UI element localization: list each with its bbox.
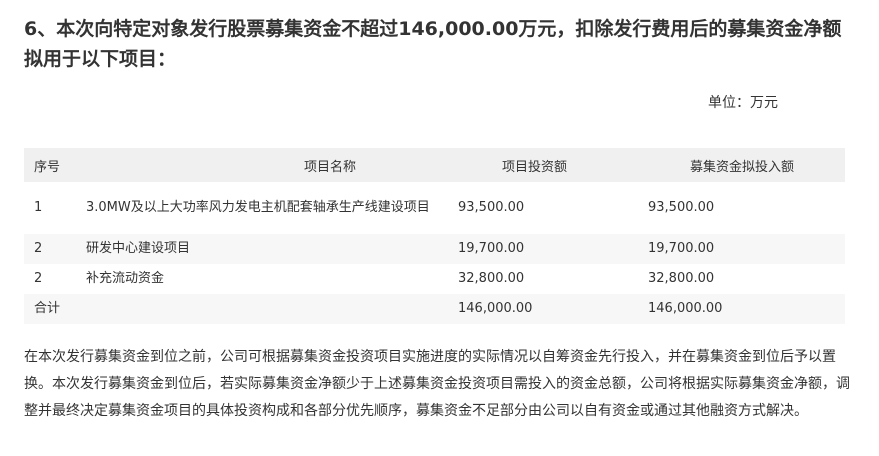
cell-raised-funds: 19,700.00 (648, 234, 845, 264)
cell-project-name: 补充流动资金 (86, 271, 165, 286)
cell-total-raised-funds: 146,000.00 (648, 294, 845, 324)
table-row: 1 3.0MW及以上大功率风力发电主机配套轴承生产线建设项目 93,500.00… (24, 182, 845, 234)
table-row: 2 研发中心建设项目 19,700.00 19,700.00 (24, 234, 845, 264)
cell-investment: 93,500.00 (458, 200, 525, 215)
cell-seq: 2 (24, 234, 86, 264)
header-investment: 项目投资额 (450, 148, 648, 182)
cell-raised-funds: 93,500.00 (648, 200, 715, 215)
header-raised-funds: 募集资金拟投入额 (648, 148, 845, 182)
cell-investment: 19,700.00 (450, 234, 648, 264)
section-heading: 6、本次向特定对象发行股票募集资金不超过146,000.00万元，扣除发行费用后… (24, 18, 842, 70)
cell-seq: 2 (34, 271, 43, 286)
unit-label: 单位：万元 (708, 95, 778, 111)
cell-seq: 1 (34, 200, 43, 215)
cell-raised-funds: 32,800.00 (648, 271, 715, 286)
table-header-row: 序号 项目名称 项目投资额 募集资金拟投入额 (24, 148, 845, 182)
cell-investment: 32,800.00 (458, 271, 525, 286)
header-project-name: 项目名称 (86, 148, 450, 182)
cell-project-name: 研发中心建设项目 (86, 234, 450, 264)
cell-total-label: 合计 (24, 294, 86, 324)
cell-total-investment: 146,000.00 (450, 294, 648, 324)
table-row: 2 补充流动资金 32,800.00 32,800.00 (24, 264, 845, 294)
table-total-row: 合计 146,000.00 146,000.00 (24, 294, 845, 324)
cell-total-empty (86, 294, 450, 324)
fund-usage-table: 序号 项目名称 项目投资额 募集资金拟投入额 1 3.0MW及以上大功率风力发电… (24, 148, 845, 324)
cell-project-name: 3.0MW及以上大功率风力发电主机配套轴承生产线建设项目 (86, 200, 430, 215)
explanatory-paragraph: 在本次发行募集资金到位之前，公司可根据募集资金投资项目实施进度的实际情况以自筹资… (24, 349, 850, 419)
header-seq: 序号 (24, 148, 86, 182)
